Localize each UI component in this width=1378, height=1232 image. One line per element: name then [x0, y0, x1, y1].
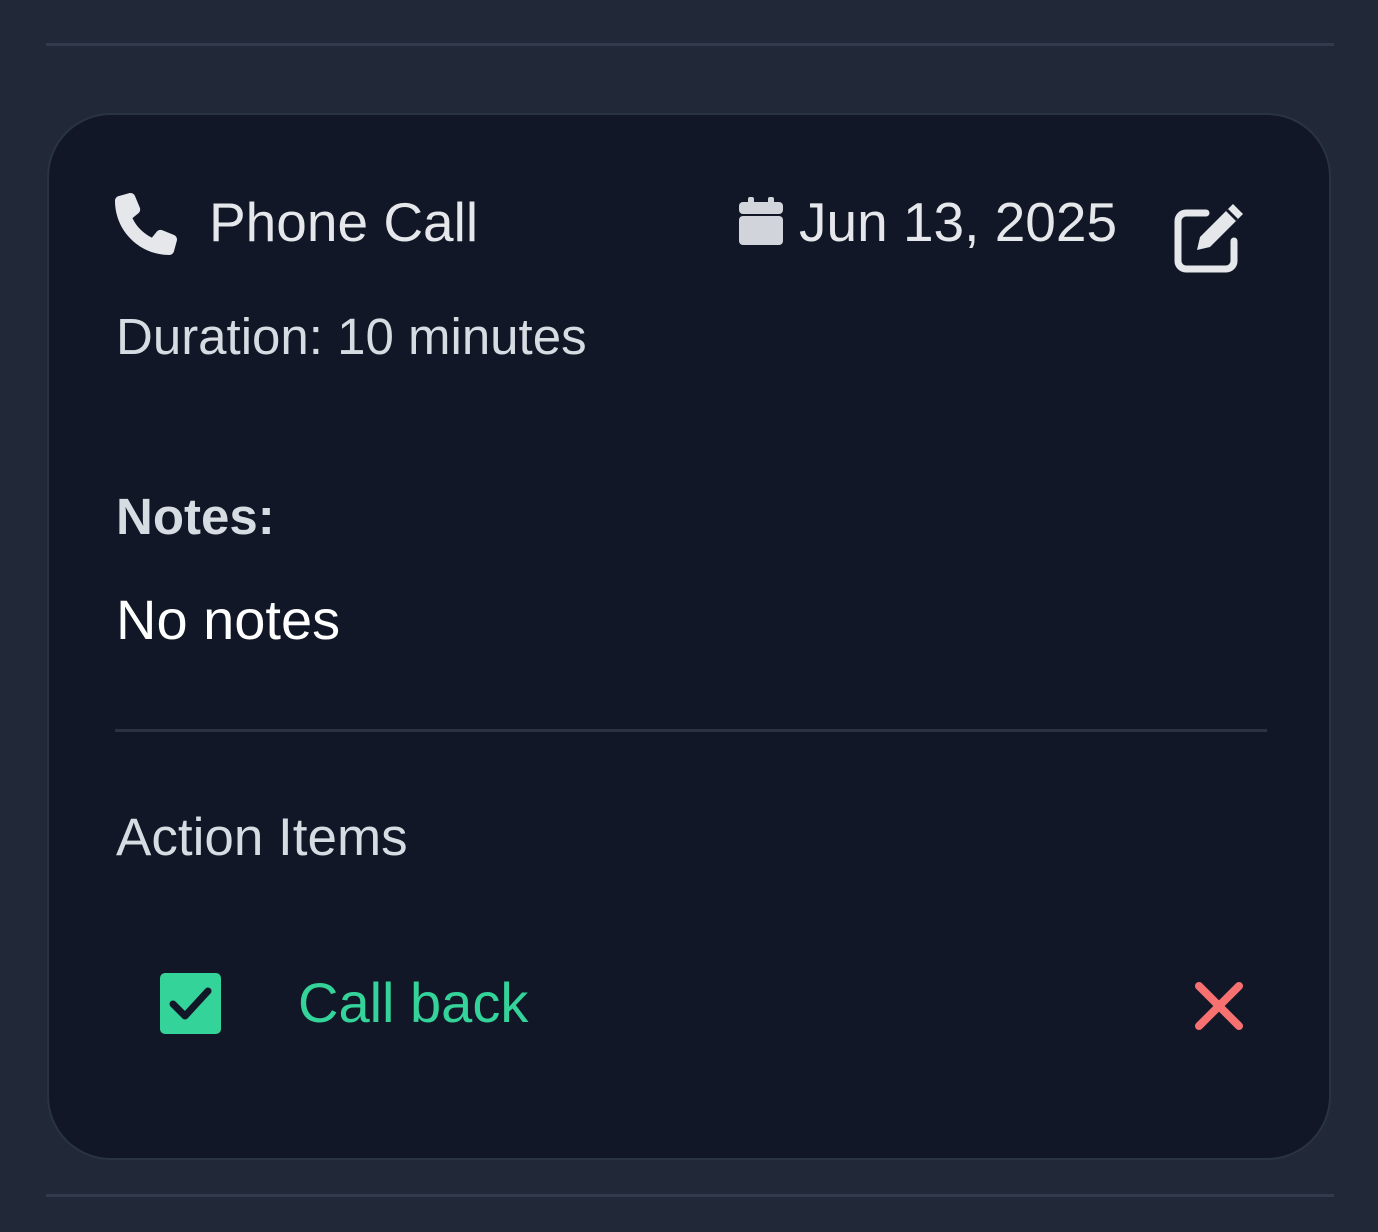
close-icon — [1195, 982, 1243, 1030]
top-divider — [46, 43, 1334, 46]
calendar-icon — [739, 197, 783, 245]
phone-icon — [115, 193, 177, 255]
interaction-card: Phone Call Jun 13, 2025 Duration: 10 min… — [47, 113, 1331, 1160]
action-item-label[interactable]: Call back — [298, 970, 528, 1036]
section-divider — [115, 729, 1267, 732]
action-item-checkbox[interactable] — [160, 973, 221, 1034]
edit-button[interactable] — [1170, 197, 1250, 277]
interaction-type-label: Phone Call — [209, 191, 479, 253]
bottom-divider — [46, 1194, 1334, 1197]
edit-icon — [1174, 204, 1243, 273]
action-items-title: Action Items — [116, 808, 408, 867]
check-icon — [169, 987, 212, 1020]
notes-text: No notes — [116, 588, 341, 651]
interaction-date: Jun 13, 2025 — [799, 191, 1118, 253]
duration-text: Duration: 10 minutes — [116, 308, 587, 365]
notes-label: Notes: — [116, 488, 275, 545]
delete-action-item-button[interactable] — [1192, 979, 1246, 1033]
